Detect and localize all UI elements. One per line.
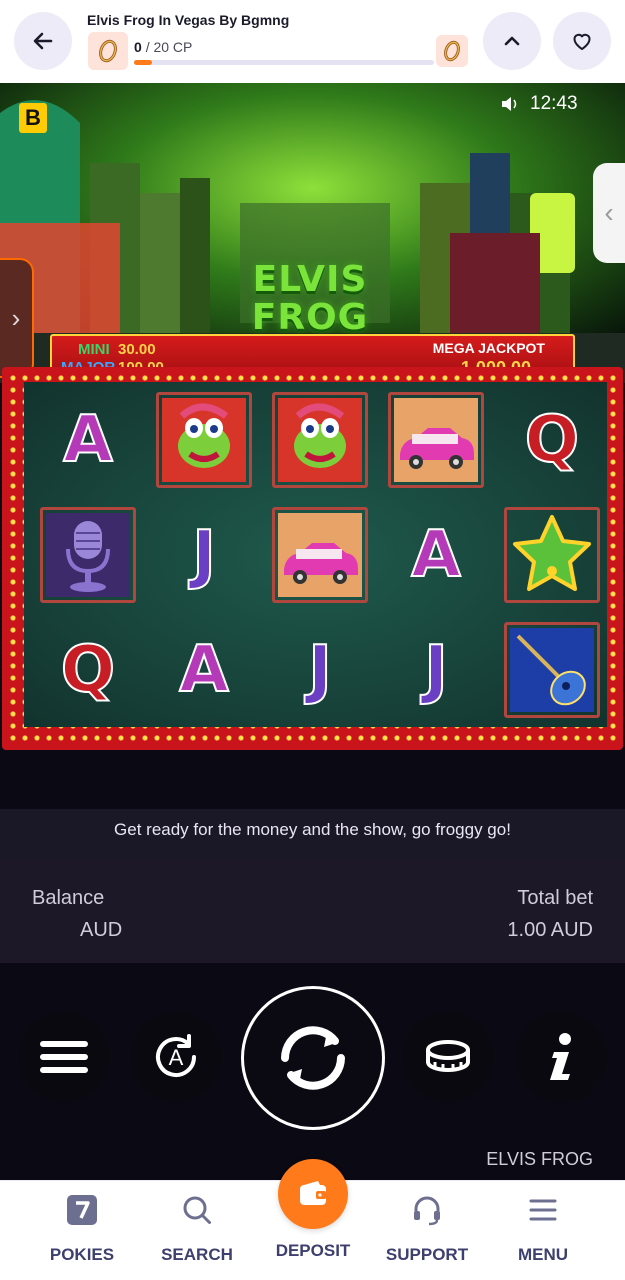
mega-jackpot-label: MEGA JACKPOT — [432, 340, 545, 356]
cp-end-badge — [436, 35, 468, 67]
cp-progress-fill — [134, 60, 152, 65]
wallet-icon — [300, 1181, 326, 1205]
game-message: Get ready for the money and the show, go… — [0, 809, 625, 859]
guitar-icon — [504, 621, 600, 718]
provider-badge: B — [19, 103, 47, 133]
back-button[interactable] — [14, 12, 72, 70]
mini-jackpot-value: 30.00 — [118, 341, 156, 358]
reel-grid: AQJAQAJJ — [24, 382, 607, 727]
reel-symbol-letter: A — [30, 382, 146, 497]
game-canvas[interactable]: B 12:43 ‹ › ELVIS FROG IN★VEGAS MINI 30.… — [0, 83, 625, 1180]
car-icon — [388, 391, 484, 488]
game-name-label: ELVIS FROG — [486, 1149, 593, 1169]
nav-search[interactable]: SEARCH — [142, 1193, 252, 1265]
chevron-right-icon: › — [11, 302, 21, 333]
mini-jackpot-label: MINI — [78, 341, 110, 358]
heart-icon — [573, 33, 591, 50]
info-icon — [550, 1033, 571, 1080]
reel-symbol-letter: A — [146, 612, 262, 727]
nav-menu[interactable]: MENU — [488, 1193, 598, 1265]
speaker-icon[interactable] — [500, 96, 520, 112]
game-title: Elvis Frog In Vegas By Bgmng — [87, 12, 290, 28]
autoplay-button[interactable]: A — [130, 1011, 222, 1103]
reel-letter: Q — [524, 402, 580, 478]
nav-deposit-button[interactable] — [278, 1159, 348, 1229]
reel-symbol-letter: J — [146, 497, 262, 612]
car-icon — [272, 506, 368, 603]
nav-deposit-label[interactable]: DEPOSIT — [258, 1241, 368, 1261]
game-header: Elvis Frog In Vegas By Bgmng 0 / 20 CP — [0, 0, 625, 83]
hamburger-icon — [40, 1041, 88, 1073]
reel-symbol-letter: Q — [30, 612, 146, 727]
frog-icon — [156, 391, 252, 488]
info-button[interactable] — [515, 1011, 607, 1103]
cp-progress-bar — [134, 60, 434, 65]
balance-bar: Balance AUD Total bet 1.00 AUD — [0, 859, 625, 963]
cp-target: 20 CP — [153, 39, 193, 55]
reel-letter: J — [423, 632, 449, 708]
reel-symbol-microphone — [30, 497, 146, 612]
ring-icon — [99, 39, 117, 63]
microphone-icon — [40, 506, 136, 603]
collapse-button[interactable] — [483, 12, 541, 70]
autoplay-icon: A — [156, 1034, 196, 1078]
spin-arrows-icon — [281, 1026, 345, 1090]
bottom-navigation: POKIES SEARCH DEPOSIT SUPPORT MENU — [0, 1159, 625, 1280]
game-menu-button[interactable] — [18, 1011, 110, 1103]
reel-symbol-letter: J — [262, 612, 378, 727]
spin-button[interactable] — [241, 986, 385, 1130]
nav-pokies-label: POKIES — [49, 1245, 115, 1264]
reel-symbol-letter: J — [378, 612, 494, 727]
svg-text:A: A — [169, 1045, 184, 1070]
reel-symbol-letter: Q — [494, 382, 610, 497]
chevron-up-icon — [504, 36, 520, 46]
ring-icon — [444, 40, 460, 62]
nav-support[interactable]: SUPPORT — [372, 1193, 482, 1265]
nav-support-label: SUPPORT — [385, 1245, 469, 1264]
total-bet-label: Total bet — [517, 887, 593, 909]
nav-search-label: SEARCH — [161, 1245, 233, 1264]
game-status-bar: 12:43 — [500, 93, 578, 115]
balance-value: AUD — [80, 919, 123, 941]
reel-symbol-car — [262, 497, 378, 612]
cp-separator: / — [145, 39, 150, 55]
chevron-left-icon: ‹ — [604, 197, 614, 228]
reel-letter: Q — [60, 632, 116, 708]
reel-letter: J — [191, 517, 217, 593]
search-icon — [183, 1196, 211, 1224]
reel-letter: J — [307, 632, 333, 708]
reel-letter: A — [178, 632, 230, 708]
logo-title: ELVIS FROG — [251, 259, 369, 338]
coins-icon — [426, 1040, 470, 1073]
reel-symbol-car — [378, 382, 494, 497]
headset-icon — [414, 1196, 440, 1226]
balance-label: Balance — [32, 887, 105, 909]
reel-symbol-star — [494, 497, 610, 612]
cp-progress-text: 0 / 20 CP — [134, 39, 192, 55]
reel-symbol-frog — [146, 382, 262, 497]
right-drawer-tab[interactable]: ‹ — [593, 163, 625, 263]
reel-symbol-letter: A — [378, 497, 494, 612]
arrow-left-icon — [33, 32, 53, 50]
reels-frame: AQJAQAJJ — [2, 367, 623, 750]
cp-start-badge — [88, 32, 128, 70]
favorite-button[interactable] — [553, 12, 611, 70]
left-drawer-tab[interactable]: › — [0, 258, 34, 378]
star-icon — [504, 506, 600, 603]
reel-letter: A — [410, 517, 462, 593]
cp-current: 0 — [134, 39, 142, 55]
nav-menu-label: MENU — [517, 1245, 569, 1264]
bet-button[interactable] — [402, 1011, 494, 1103]
reel-letter: A — [62, 402, 114, 478]
game-clock: 12:43 — [530, 93, 578, 114]
nav-pokies[interactable]: POKIES — [27, 1193, 137, 1265]
menu-icon — [529, 1199, 557, 1221]
total-bet-value: 1.00 AUD — [507, 919, 593, 941]
frog-icon — [272, 391, 368, 488]
reel-symbol-guitar — [494, 612, 610, 727]
pokies-icon — [67, 1195, 97, 1225]
reel-symbol-frog — [262, 382, 378, 497]
